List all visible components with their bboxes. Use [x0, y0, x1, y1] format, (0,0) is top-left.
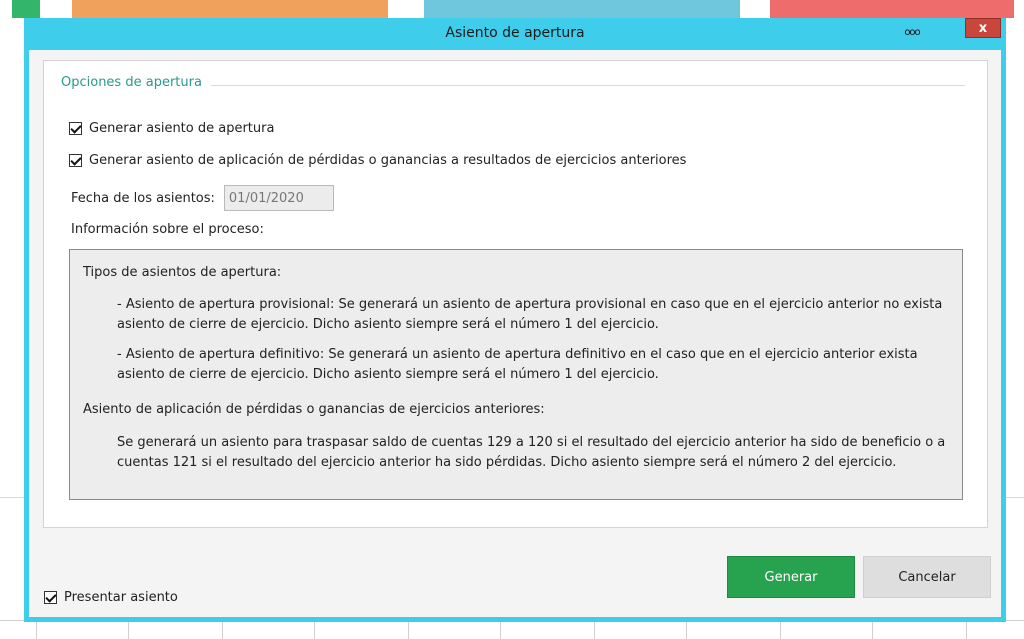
generar-apertura-label[interactable]: Generar asiento de apertura	[89, 121, 274, 136]
fecha-row: Fecha de los asientos:	[71, 185, 334, 211]
generar-button[interactable]: Generar	[727, 556, 855, 598]
group-title: Opciones de apertura	[61, 75, 202, 90]
background-tab-green	[12, 0, 40, 18]
apertura-dialog: Asiento de apertura ooo x Opciones de ap…	[24, 18, 1006, 622]
info-label: Información sobre el proceso:	[71, 222, 264, 237]
presentar-option[interactable]: Presentar asiento	[44, 588, 178, 606]
more-options-icon[interactable]: ooo	[902, 26, 922, 40]
background-grid	[0, 620, 1024, 639]
definitivo-text: - Asiento de apertura definitivo: Se gen…	[117, 347, 918, 382]
fecha-input	[223, 185, 334, 211]
info-text-box[interactable]: Tipos de asientos de apertura: - Asiento…	[69, 249, 963, 500]
dialog-titlebar[interactable]: Asiento de apertura ooo x	[24, 18, 1006, 50]
aplicacion-text: Se generará un asiento para traspasar sa…	[117, 435, 946, 470]
generar-apertura-checkbox[interactable]	[69, 121, 82, 135]
dialog-title: Asiento de apertura	[445, 25, 585, 41]
generar-aplicacion-checkbox[interactable]	[69, 153, 82, 167]
background-tab-orange	[72, 0, 388, 18]
fecha-label: Fecha de los asientos:	[71, 190, 215, 206]
aplicacion-title: Asiento de aplicación de pérdidas o gana…	[83, 402, 545, 417]
opciones-group: Opciones de apertura Generar asiento de …	[43, 60, 988, 528]
close-button[interactable]: x	[965, 18, 1001, 38]
generar-apertura-option[interactable]: Generar asiento de apertura	[69, 119, 274, 137]
cancelar-button[interactable]: Cancelar	[863, 556, 991, 598]
provisional-text: - Asiento de apertura provisional: Se ge…	[117, 297, 943, 332]
group-divider	[211, 85, 965, 86]
presentar-checkbox[interactable]	[44, 590, 57, 604]
background-tab-blue	[424, 0, 740, 18]
background-tab-red	[770, 0, 1014, 18]
dialog-body: Opciones de apertura Generar asiento de …	[29, 50, 1001, 617]
generar-aplicacion-option[interactable]: Generar asiento de aplicación de pérdida…	[69, 151, 686, 169]
generar-aplicacion-label[interactable]: Generar asiento de aplicación de pérdida…	[89, 153, 686, 168]
tipos-title: Tipos de asientos de apertura:	[83, 265, 282, 280]
presentar-label[interactable]: Presentar asiento	[64, 590, 178, 605]
